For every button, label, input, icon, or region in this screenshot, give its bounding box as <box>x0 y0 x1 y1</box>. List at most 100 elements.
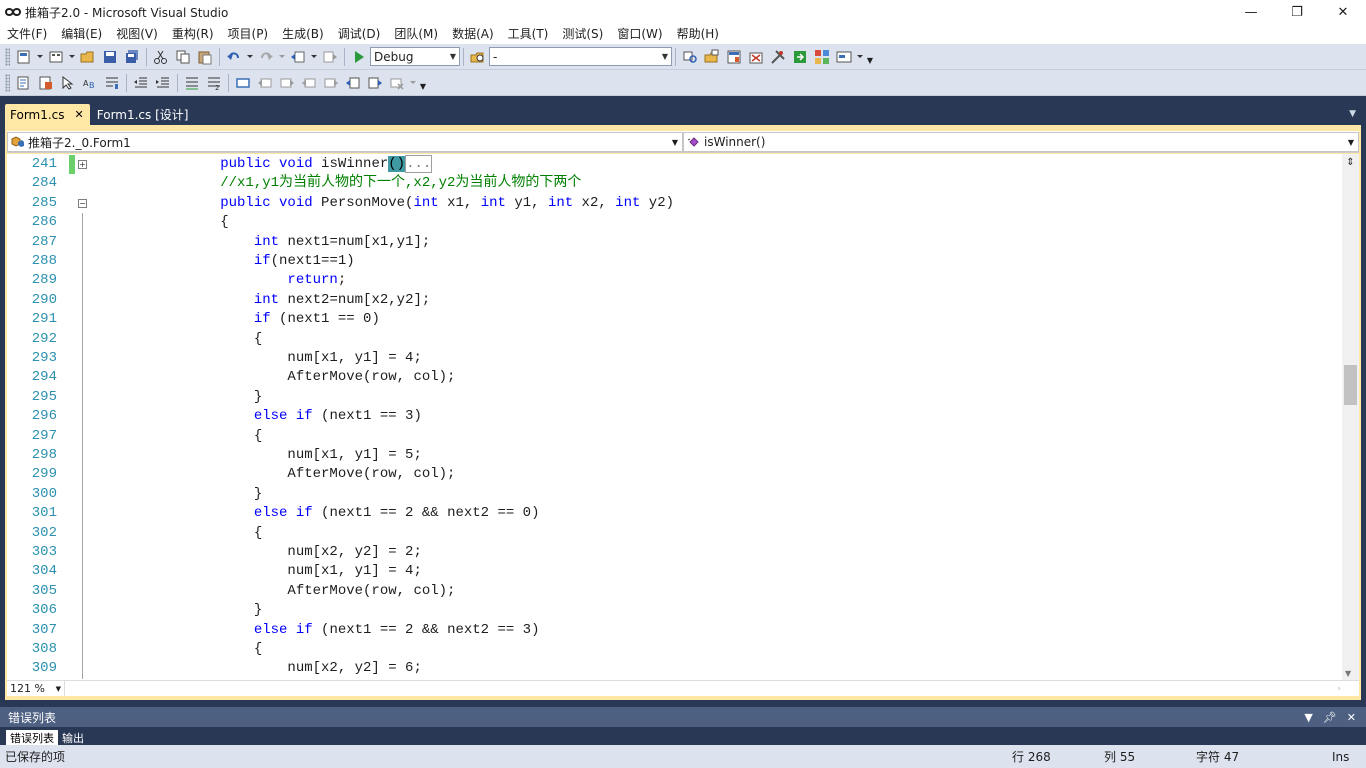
navigate-forward-icon[interactable] <box>319 46 341 68</box>
close-window-button[interactable]: ✕ <box>1320 0 1366 24</box>
decrease-indent-icon[interactable] <box>130 72 152 94</box>
active-files-dropdown-icon[interactable]: ▼ <box>1349 109 1356 119</box>
menu-file[interactable]: 文件(F) <box>0 24 54 44</box>
expand-outline-icon[interactable]: + <box>78 160 87 169</box>
code-line[interactable]: 297 { <box>7 426 1342 447</box>
types-combo[interactable]: 推箱子2._0.Form1 ▼ <box>7 132 683 152</box>
code-line[interactable]: 303 num[x2, y2] = 2; <box>7 543 1342 563</box>
add-item-icon[interactable] <box>45 46 67 68</box>
undo-dropdown-icon[interactable] <box>245 46 255 68</box>
clear-bookmarks-dropdown-icon[interactable] <box>408 72 418 94</box>
increase-indent-icon[interactable] <box>152 72 174 94</box>
code-line[interactable]: 284 //x1,y1为当前人物的下一个,x2,y2为当前人物的下两个 <box>7 174 1342 193</box>
class-view-icon[interactable] <box>811 46 833 68</box>
comment-lines-icon[interactable] <box>181 72 203 94</box>
copy-icon[interactable] <box>172 46 194 68</box>
code-line[interactable]: 302 { <box>7 523 1342 544</box>
code-line[interactable]: 285 − public void PersonMove(int x1, int … <box>7 194 1342 213</box>
code-line[interactable]: 294 AfterMove(row, col); <box>7 368 1342 389</box>
command-window-icon[interactable] <box>833 46 855 68</box>
code-line[interactable]: 299 AfterMove(row, col); <box>7 465 1342 486</box>
code-line[interactable]: 292 { <box>7 329 1342 350</box>
menu-test[interactable]: 测试(S) <box>555 24 610 44</box>
menu-build[interactable]: 生成(B) <box>275 24 331 44</box>
code-line[interactable]: 295 } <box>7 387 1342 408</box>
code-editor[interactable]: 241 + public void isWinner()... 284 //x1,y… <box>7 154 1342 680</box>
save-icon[interactable] <box>99 46 121 68</box>
quick-info-icon[interactable] <box>57 72 79 94</box>
parameter-info-icon[interactable] <box>35 72 57 94</box>
solution-explorer-icon[interactable] <box>679 46 701 68</box>
menu-project[interactable]: 项目(P) <box>221 24 276 44</box>
toolbar-grip[interactable] <box>5 73 10 92</box>
complete-word-icon[interactable]: AB <box>79 72 101 94</box>
open-file-icon[interactable] <box>77 46 99 68</box>
close-tab-icon[interactable]: ✕ <box>75 108 84 121</box>
menu-data[interactable]: 数据(A) <box>445 24 501 44</box>
code-line[interactable]: 304 num[x1, y1] = 4; <box>7 562 1342 583</box>
split-window-icon[interactable]: ⇕ <box>1343 155 1358 169</box>
new-project-dropdown-icon[interactable] <box>35 46 45 68</box>
navigate-backward-dropdown-icon[interactable] <box>309 46 319 68</box>
next-bookmark-in-document-icon[interactable] <box>364 72 386 94</box>
collapsed-region[interactable]: ... <box>405 155 433 173</box>
new-project-icon[interactable] <box>13 46 35 68</box>
zoom-combo[interactable]: 121 % ▼ <box>7 681 65 696</box>
find-combo[interactable]: - ▼ <box>489 47 672 66</box>
restore-button[interactable]: ❐ <box>1274 0 1320 24</box>
toolbar-grip[interactable] <box>5 47 10 66</box>
object-browser-icon[interactable] <box>723 46 745 68</box>
code-line[interactable]: 300 } <box>7 484 1342 505</box>
redo-dropdown-icon[interactable] <box>277 46 287 68</box>
scroll-down-icon[interactable]: ▼ <box>1345 669 1351 678</box>
tab-form1-designer[interactable]: Form1.cs [设计] <box>92 104 195 125</box>
menu-debug[interactable]: 调试(D) <box>331 24 388 44</box>
code-line[interactable]: 241 + public void isWinner()... <box>7 155 1342 174</box>
undo-icon[interactable] <box>223 46 245 68</box>
code-line[interactable]: 305 AfterMove(row, col); <box>7 581 1342 602</box>
cut-icon[interactable] <box>150 46 172 68</box>
uncomment-lines-icon[interactable]: 2 <box>203 72 225 94</box>
menu-edit[interactable]: 编辑(E) <box>54 24 109 44</box>
code-line[interactable]: 287 int next1=num[x1,y1]; <box>7 232 1342 253</box>
menu-refactor[interactable]: 重构(R) <box>165 24 221 44</box>
previous-bookmark-in-document-icon[interactable] <box>342 72 364 94</box>
display-object-member-list-icon[interactable] <box>13 72 35 94</box>
menu-window[interactable]: 窗口(W) <box>610 24 669 44</box>
menu-team[interactable]: 团队(M) <box>387 24 445 44</box>
toggle-word-wrap-icon[interactable] <box>101 72 123 94</box>
toggle-bookmark-icon[interactable] <box>232 72 254 94</box>
code-line[interactable]: 291 if (next1 == 0) <box>7 310 1342 331</box>
toolbar-overflow-icon[interactable]: ▼ <box>865 47 875 67</box>
code-line[interactable]: 307 else if (next1 == 2 && next2 == 3) <box>7 620 1342 641</box>
solution-configuration-combo[interactable]: Debug ▼ <box>370 47 460 66</box>
collapse-outline-icon[interactable]: − <box>78 198 87 208</box>
code-line[interactable]: 306 } <box>7 601 1342 622</box>
tab-form1-cs[interactable]: Form1.cs ✕ <box>5 104 90 125</box>
start-page-icon[interactable] <box>789 46 811 68</box>
close-panel-icon[interactable]: ✕ <box>1347 711 1356 724</box>
redo-icon[interactable] <box>255 46 277 68</box>
code-line[interactable]: 296 else if (next1 == 3) <box>7 407 1342 428</box>
code-line[interactable]: 308 { <box>7 640 1342 660</box>
code-line[interactable]: 288 if(next1==1) <box>7 252 1342 272</box>
previous-bookmark-icon[interactable] <box>254 72 276 94</box>
tab-error-list[interactable]: 错误列表 <box>6 730 58 745</box>
add-item-dropdown-icon[interactable] <box>67 46 77 68</box>
menu-tools[interactable]: 工具(T) <box>501 24 556 44</box>
properties-icon[interactable] <box>701 46 723 68</box>
code-line[interactable]: 289 return; <box>7 271 1342 292</box>
paste-icon[interactable] <box>194 46 216 68</box>
window-position-icon[interactable]: ▼ <box>1304 711 1312 724</box>
save-all-icon[interactable] <box>121 46 143 68</box>
command-window-dropdown-icon[interactable] <box>855 46 865 68</box>
toolbar-overflow-icon[interactable]: ▼ <box>418 73 428 93</box>
code-line[interactable]: 298 num[x1, y1] = 5; <box>7 446 1342 466</box>
menu-help[interactable]: 帮助(H) <box>670 24 726 44</box>
scrollbar-thumb[interactable] <box>1344 365 1357 405</box>
minimize-button[interactable]: — <box>1228 0 1274 24</box>
toolbox-icon[interactable] <box>745 46 767 68</box>
start-debugging-icon[interactable] <box>348 46 370 68</box>
vertical-scrollbar[interactable]: ⇕ ▼ <box>1342 154 1359 680</box>
code-line[interactable]: 290 int next2=num[x2,y2]; <box>7 290 1342 311</box>
